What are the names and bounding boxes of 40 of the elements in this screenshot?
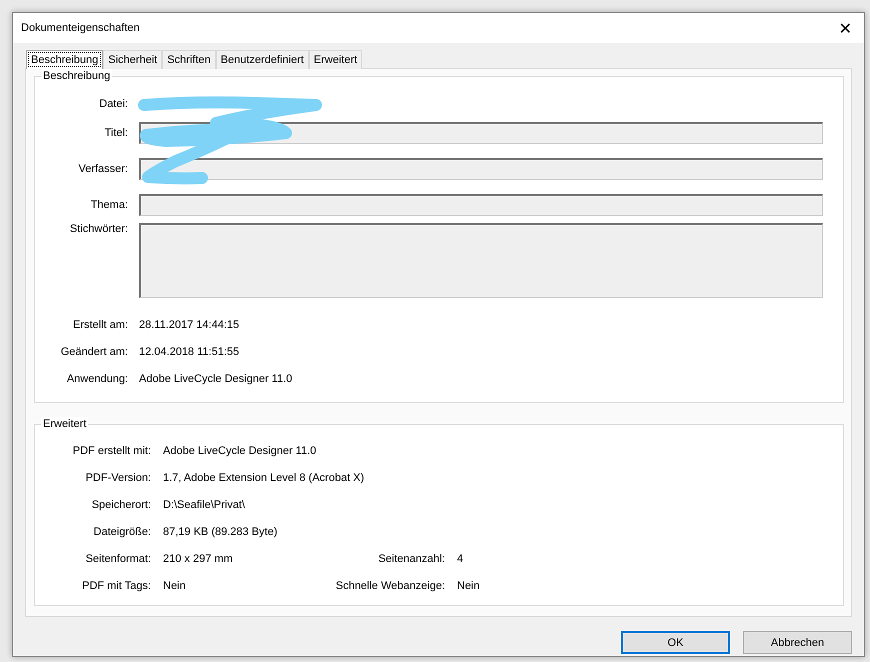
property-label: Dateigröße: bbox=[92, 526, 151, 538]
property-label: Seitenanzahl: bbox=[377, 552, 445, 564]
tab[interactable]: Beschreibung bbox=[26, 50, 104, 69]
property-value: Nein bbox=[163, 580, 187, 592]
field-value: 12.04.2018 11:51:55 bbox=[139, 346, 240, 358]
field-value: Adobe LiveCycle Designer 11.0 bbox=[139, 372, 294, 384]
group-title: Beschreibung bbox=[41, 69, 112, 83]
tab[interactable]: Erweitert bbox=[308, 50, 362, 69]
field-label: Datei: bbox=[98, 98, 128, 110]
close-button[interactable]: ✕ bbox=[832, 18, 858, 38]
property-value: Adobe LiveCycle Designer 11.0 bbox=[163, 444, 318, 456]
property-value: 1.7, Adobe Extension Level 8 (Acrobat X) bbox=[163, 472, 366, 484]
field-label: Erstellt am: bbox=[72, 318, 128, 330]
input-field[interactable] bbox=[139, 194, 823, 216]
property-value: 210 x 297 mm bbox=[163, 552, 234, 564]
field-label: Verfasser: bbox=[77, 163, 128, 175]
property-label: Seitenformat: bbox=[84, 552, 151, 564]
field-label: Anwendung: bbox=[66, 372, 128, 384]
input-field[interactable] bbox=[139, 158, 823, 180]
property-value: 87,19 KB (89.283 Byte) bbox=[163, 526, 278, 538]
property-value: 4 bbox=[457, 552, 464, 564]
field-value: 28.11.2017 14:44:15 bbox=[139, 318, 240, 330]
property-label: PDF erstellt mit: bbox=[72, 444, 151, 456]
dialog-button[interactable]: OK bbox=[621, 631, 730, 654]
property-label: PDF-Version: bbox=[84, 472, 151, 484]
field-label: Stichwörter: bbox=[68, 223, 128, 235]
field-label: Geändert am: bbox=[60, 346, 128, 358]
tab[interactable]: Sicherheit bbox=[103, 50, 162, 69]
tab[interactable]: Schriften bbox=[162, 50, 216, 69]
window-title: Dokumenteigenschaften bbox=[21, 22, 140, 34]
dialog-button[interactable]: Abbrechen bbox=[743, 631, 852, 654]
field-label: Thema: bbox=[90, 199, 128, 211]
field-label: Titel: bbox=[104, 127, 128, 139]
property-label: Schnelle Webanzeige: bbox=[334, 580, 445, 592]
tab[interactable]: Benutzerdefiniert bbox=[216, 50, 309, 69]
property-label: PDF mit Tags: bbox=[81, 580, 151, 592]
property-label: Speicherort: bbox=[90, 498, 151, 510]
input-field[interactable] bbox=[139, 223, 823, 298]
property-value: Nein bbox=[457, 580, 481, 592]
property-value: D:\Seafile\Privat\ bbox=[163, 498, 246, 510]
